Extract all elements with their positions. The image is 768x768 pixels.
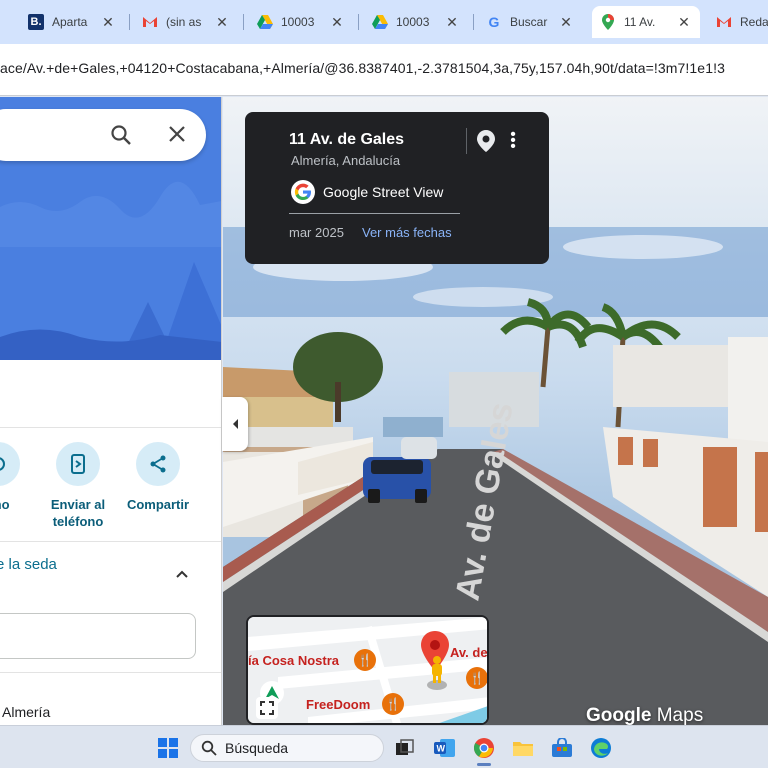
taskbar-search-box[interactable]: Búsqueda [190,734,384,762]
active-app-indicator [477,763,491,766]
google-maps-watermark: Google Maps [586,705,704,726]
text-input-box[interactable] [0,613,196,659]
place-hero-image [0,97,221,360]
gmail-icon [716,14,732,30]
tab-drive-2[interactable]: 10003 ✕ [364,6,468,38]
place-subtitle: Almería, Andalucía [291,153,401,168]
restaurant-icon[interactable]: 🍴 [466,667,487,689]
action-button-share[interactable]: Compartir [118,442,198,513]
maps-pin-icon [600,14,616,30]
street-label: Av. de [450,645,488,660]
divider [289,213,460,214]
restaurant-icon[interactable]: 🍴 [354,649,376,671]
gmail-icon [142,14,158,30]
restaurant-icon[interactable]: 🍴 [382,693,404,715]
task-view-icon[interactable] [392,735,418,761]
send-to-phone-icon [56,442,100,486]
chrome-app-icon[interactable] [471,735,497,761]
tab-drive-1[interactable]: 10003 ✕ [249,6,353,38]
poi-label[interactable]: FreeDoom [306,697,370,712]
word-app-icon[interactable]: W [432,735,458,761]
capture-date: mar 2025 [289,225,344,240]
tab-gmail[interactable]: (sin as ✕ [134,6,238,38]
search-icon[interactable] [110,124,132,146]
tab-maps-active[interactable]: 11 Av. ✕ [592,6,700,38]
action-button-directions[interactable]: ano [0,442,38,513]
location-pin-icon[interactable] [477,130,495,157]
windows-taskbar: Búsqueda W [0,725,768,768]
expand-map-icon[interactable] [256,697,278,719]
close-tab-icon[interactable]: ✕ [329,14,345,31]
close-tab-icon[interactable]: ✕ [676,14,692,31]
close-tab-icon[interactable]: ✕ [214,14,230,31]
street-view-brand: Google Street View [291,180,443,204]
pegman-icon[interactable] [426,655,448,696]
close-tab-icon[interactable]: ✕ [558,14,574,31]
divider [466,128,467,154]
minimap[interactable]: ía Cosa Nostra 🍴 Av. de 🍴 FreeDoom 🍴 [246,615,489,725]
address-bar[interactable]: ace/Av.+de+Gales,+04120+Costacabana,+Alm… [0,44,768,96]
url-text[interactable]: ace/Av.+de+Gales,+04120+Costacabana,+Alm… [0,60,725,76]
section-title[interactable]: e la seda [0,556,57,573]
google-g-logo-icon [291,180,315,204]
tab-google-search[interactable]: G Buscar ✕ [478,6,582,38]
target-icon [0,442,20,486]
more-options-icon[interactable]: • • • [509,127,517,155]
close-tab-icon[interactable]: ✕ [100,14,116,31]
place-title: 11 Av. de Gales [289,131,405,148]
poi-label[interactable]: ía Cosa Nostra [248,653,339,668]
svg-text:W: W [437,744,446,754]
address-line: Almería [2,704,51,720]
close-icon[interactable] [168,125,186,143]
divider [0,672,221,673]
drive-icon [372,14,388,30]
tab-gmail-2[interactable]: Reda [708,6,768,38]
close-tab-icon[interactable]: ✕ [444,14,460,31]
google-icon: G [488,14,500,30]
chevron-left-icon [233,419,238,429]
tab-booking[interactable]: B. Aparta ✕ [20,6,124,38]
browser-tab-strip: B. Aparta ✕ (sin as ✕ 10003 ✕ 10003 ✕ G … [0,0,768,44]
booking-icon: B. [28,14,44,30]
search-icon [201,740,217,756]
action-buttons-row: ano Enviar al teléfono Compartir [0,427,221,542]
chevron-up-icon[interactable] [176,565,188,581]
collapse-panel-button[interactable] [222,397,248,451]
drive-icon [257,14,273,30]
store-app-icon[interactable] [549,735,575,761]
windows-start-icon[interactable] [155,735,181,761]
action-button-send-to-phone[interactable]: Enviar al teléfono [38,442,118,530]
more-dates-link[interactable]: Ver más fechas [362,225,452,240]
share-icon [136,442,180,486]
place-side-panel: ano Enviar al teléfono Compartir e la se… [0,97,222,725]
file-explorer-icon[interactable] [510,735,536,761]
street-view-info-card: 11 Av. de Gales Almería, Andalucía • • • G… [245,112,549,264]
edge-app-icon[interactable] [588,735,614,761]
screen: B. Aparta ✕ (sin as ✕ 10003 ✕ 10003 ✕ G … [0,0,768,768]
